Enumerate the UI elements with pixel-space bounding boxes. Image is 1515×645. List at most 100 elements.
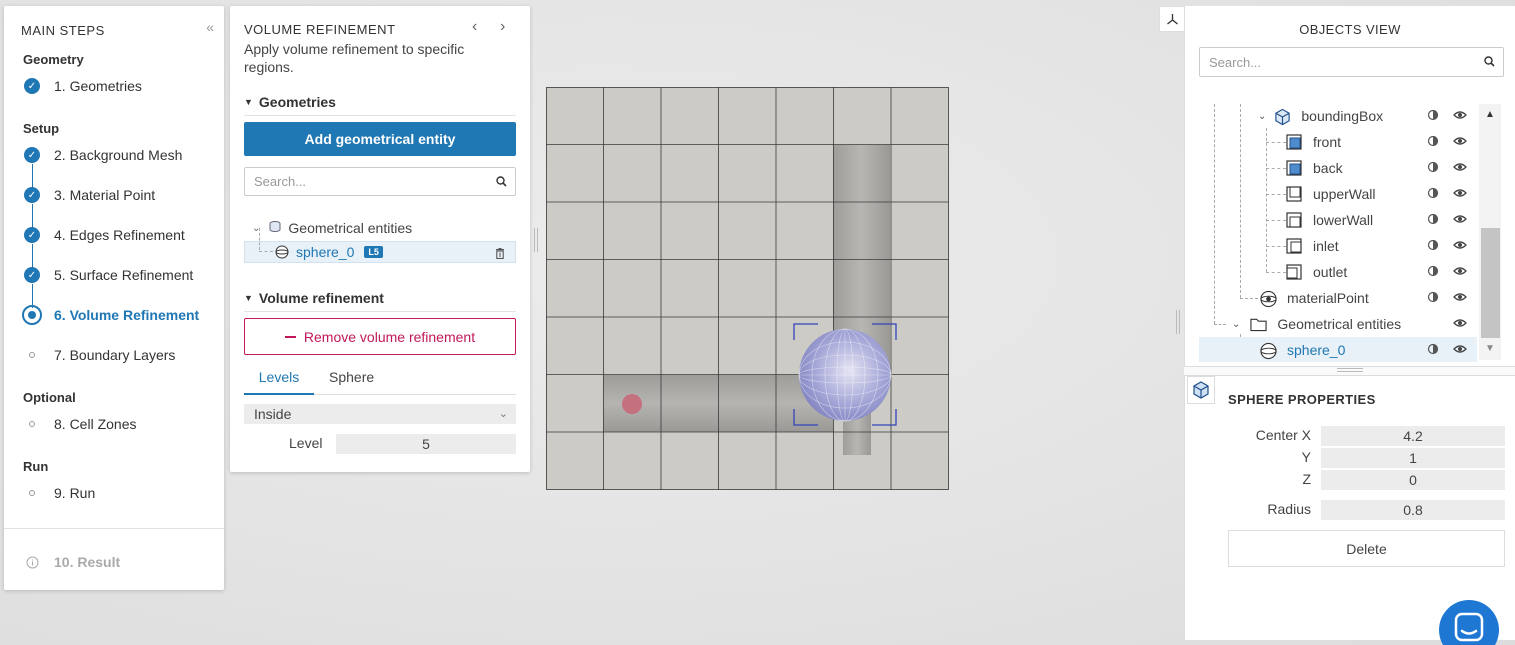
step-geometries[interactable]: ✓ 1. Geometries [24, 76, 142, 96]
step-cell-zones[interactable]: 8. Cell Zones [24, 414, 136, 434]
eye-icon[interactable] [1453, 134, 1467, 148]
delete-button[interactable]: Delete [1228, 530, 1505, 567]
tab-sphere[interactable]: Sphere [329, 365, 374, 395]
step-label: 1. Geometries [54, 78, 142, 94]
tree-guide [1266, 246, 1286, 247]
region-select[interactable]: Inside ⌄ [244, 404, 516, 424]
remove-volume-refinement-button[interactable]: Remove volume refinement [244, 318, 516, 355]
eye-icon[interactable] [1453, 290, 1467, 304]
material-point-icon [1260, 290, 1277, 307]
center-x-input[interactable]: 4.2 [1321, 426, 1505, 446]
panel-description: Apply volume refinement to specific regi… [244, 41, 465, 75]
chevron-down-icon[interactable]: ⌄ [1232, 319, 1240, 330]
eye-icon[interactable] [1453, 160, 1467, 174]
previous-step-icon[interactable]: ‹ [472, 18, 477, 36]
opacity-icon[interactable] [1426, 264, 1440, 278]
panel-splitter[interactable] [1184, 366, 1515, 376]
step-background-mesh[interactable]: ✓ 2. Background Mesh [24, 145, 182, 165]
step-label: 4. Edges Refinement [54, 227, 185, 243]
eye-icon[interactable] [1453, 108, 1467, 122]
tree-guide [1266, 142, 1286, 143]
opacity-icon[interactable] [1426, 108, 1440, 122]
opacity-icon[interactable] [1426, 342, 1440, 356]
opacity-icon[interactable] [1426, 186, 1440, 200]
object-label: inlet [1313, 238, 1339, 254]
collapse-panel-icon[interactable]: « [206, 19, 214, 35]
level-input[interactable]: 5 [336, 434, 516, 454]
center-y-input[interactable]: 1 [1321, 448, 1505, 468]
step-boundary-layers[interactable]: 7. Boundary Layers [24, 345, 175, 365]
scroll-up-icon[interactable]: ▲ [1485, 109, 1495, 120]
chevron-down-icon[interactable]: ⌄ [1258, 111, 1266, 122]
chevron-down-icon: ⌄ [498, 408, 508, 420]
eye-icon[interactable] [1453, 186, 1467, 200]
object-label: sphere_0 [1287, 342, 1346, 358]
object-upper-wall[interactable]: upperWall [1286, 182, 1376, 206]
objects-scrollbar-thumb[interactable] [1481, 228, 1500, 338]
object-lower-wall[interactable]: lowerWall [1286, 208, 1373, 232]
step-surface-refinement[interactable]: ✓ 5. Surface Refinement [24, 265, 193, 285]
eye-icon[interactable] [1453, 264, 1467, 278]
step-volume-refinement[interactable]: 6. Volume Refinement [22, 305, 200, 325]
viewport-canvas[interactable] [546, 87, 949, 490]
step-label: 5. Surface Refinement [54, 267, 194, 283]
step-label: 6. Volume Refinement [54, 307, 200, 323]
tree-group-geometrical-entities[interactable]: ⌄ Geometrical entities [252, 217, 412, 239]
opacity-icon[interactable] [1426, 212, 1440, 226]
mesh-viewport[interactable] [546, 87, 949, 490]
scroll-down-icon[interactable]: ▼ [1485, 343, 1495, 354]
pending-dot-icon [24, 416, 40, 432]
object-geometrical-entities[interactable]: ⌄ Geometrical entities [1232, 312, 1401, 336]
step-label: 2. Background Mesh [54, 147, 183, 163]
object-material-point[interactable]: materialPoint [1260, 286, 1369, 310]
object-bounding-box[interactable]: ⌄ boundingBox [1258, 104, 1383, 128]
cube-icon [1193, 381, 1209, 399]
refinement-sphere[interactable] [798, 328, 892, 422]
radius-input[interactable]: 0.8 [1321, 500, 1505, 520]
center-z-input[interactable]: 0 [1321, 470, 1505, 490]
opacity-icon[interactable] [1426, 160, 1440, 174]
search-icon[interactable] [1484, 54, 1495, 70]
opacity-icon[interactable] [1426, 238, 1440, 252]
database-icon [268, 220, 282, 237]
tab-levels[interactable]: Levels [244, 365, 314, 395]
opacity-icon[interactable] [1426, 290, 1440, 304]
tree-item-row[interactable]: sphere_0 L5 [275, 241, 383, 263]
chat-support-button[interactable] [1439, 600, 1499, 645]
eye-icon[interactable] [1453, 212, 1467, 226]
check-icon: ✓ [24, 227, 40, 243]
step-label: 3. Material Point [54, 187, 156, 203]
opacity-icon[interactable] [1426, 134, 1440, 148]
volume-refinement-section-header[interactable]: ▼ Volume refinement [244, 290, 516, 312]
objects-search-input[interactable] [1200, 48, 1503, 76]
pending-dot-icon [24, 347, 40, 363]
region-select-value: Inside [254, 406, 292, 422]
panel-resize-handle[interactable] [1176, 310, 1180, 334]
center-x-label: Center X [1255, 427, 1311, 443]
step-material-point[interactable]: ✓ 3. Material Point [24, 185, 155, 205]
trash-icon[interactable] [495, 246, 505, 262]
section-geometry: Geometry [23, 52, 84, 67]
step-label: 10. Result [54, 554, 121, 570]
eye-icon[interactable] [1453, 342, 1467, 356]
geometry-search-input[interactable] [245, 168, 515, 195]
eye-icon[interactable] [1453, 238, 1467, 252]
scene-tree-toggle[interactable] [1159, 6, 1185, 32]
add-geometrical-entity-button[interactable]: Add geometrical entity [244, 122, 516, 156]
tree-guide [1266, 220, 1286, 221]
geometries-section-header[interactable]: ▼ Geometries [244, 94, 516, 116]
button-label: Remove volume refinement [303, 328, 476, 345]
next-step-icon[interactable]: › [500, 18, 505, 36]
object-outlet[interactable]: outlet [1286, 260, 1347, 284]
step-edges-refinement[interactable]: ✓ 4. Edges Refinement [24, 225, 185, 245]
object-inlet[interactable]: inlet [1286, 234, 1339, 258]
object-back[interactable]: back [1286, 156, 1343, 180]
properties-tab[interactable] [1187, 376, 1215, 404]
eye-icon[interactable] [1453, 316, 1467, 330]
panel-resize-handle[interactable] [534, 228, 538, 252]
material-point-marker[interactable] [622, 394, 642, 414]
search-icon[interactable] [496, 174, 507, 190]
object-front[interactable]: front [1286, 130, 1341, 154]
object-sphere-0[interactable]: sphere_0 [1260, 338, 1345, 362]
step-run[interactable]: 9. Run [24, 483, 95, 503]
